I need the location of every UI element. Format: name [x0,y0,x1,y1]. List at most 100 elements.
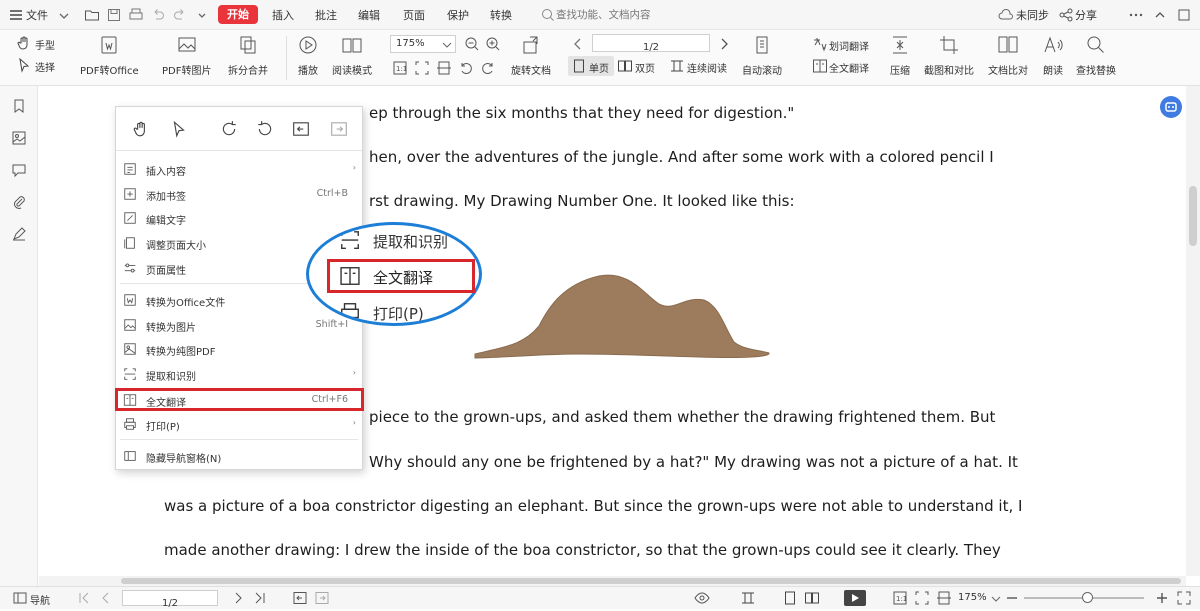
double-page-label[interactable]: 双页 [635,60,655,75]
print-icon[interactable] [128,7,144,23]
zoom-out-icon[interactable] [1004,590,1020,606]
nav-toggle[interactable]: 导航 [30,592,50,607]
thumbnail-icon[interactable] [11,130,27,146]
redo-icon[interactable] [172,7,188,23]
menu-item-print[interactable]: 打印(P) › [116,413,362,437]
word-translate-icon[interactable] [812,36,828,52]
screenshot-compare-button[interactable]: 截图和对比 [924,34,974,77]
prev-page-icon[interactable] [570,36,586,52]
cursor-icon[interactable] [170,120,188,138]
next-page-icon[interactable] [230,590,246,606]
compress-button[interactable]: 压缩 [889,34,911,77]
menu-item-hide-nav-pane[interactable]: 隐藏导航窗格(N) [116,445,362,469]
eye-icon[interactable] [694,590,710,606]
save-icon[interactable] [106,7,122,23]
read-mode-button[interactable]: 阅读模式 [332,34,372,77]
zoom-slider-handle[interactable] [1082,592,1093,603]
continuous-read-icon[interactable] [669,58,685,74]
menu-item-insert-content[interactable]: 插入内容 › [116,158,362,182]
zoom-in-icon[interactable] [1154,590,1170,606]
fit-width-icon[interactable] [436,60,452,76]
tab-protect[interactable]: 保护 [447,7,469,23]
word-translate-label[interactable]: 划词翻译 [829,38,869,53]
play-icon[interactable] [844,590,866,606]
share-button[interactable]: 分享 [1075,7,1097,23]
more-icon[interactable] [194,8,210,24]
pdf-to-image-button[interactable]: PDF转图片 [162,34,211,77]
actual-size-icon[interactable]: 1:1 [892,590,908,606]
scroll-thumb[interactable] [1189,186,1197,246]
chevron-down-icon[interactable] [56,8,72,24]
cursor-icon[interactable] [16,57,32,73]
nav-pane-icon[interactable] [12,590,28,606]
vertical-scrollbar[interactable] [1186,86,1200,576]
back-icon[interactable] [292,590,308,606]
first-page-icon[interactable] [76,590,92,606]
zoom-in-icon[interactable] [485,36,501,52]
double-page-icon[interactable] [804,590,820,606]
signature-icon[interactable] [11,226,27,242]
read-aloud-button[interactable]: 朗读 [1042,34,1064,77]
tab-edit[interactable]: 编辑 [358,7,380,23]
tab-annotate[interactable]: 批注 [315,7,337,23]
comment-icon[interactable] [11,162,27,178]
double-page-icon[interactable] [617,58,633,74]
find-replace-button[interactable]: 查找替换 [1076,34,1116,77]
actual-size-icon[interactable]: 1:1 [392,60,408,76]
fit-width-icon[interactable] [936,590,952,606]
bookmark-icon[interactable] [11,98,27,114]
select-tool[interactable]: 选择 [35,59,55,74]
last-page-icon[interactable] [252,590,268,606]
tab-start[interactable]: 开始 [218,5,258,24]
rotate-right-icon[interactable] [480,60,496,76]
sync-status[interactable]: 未同步 [1016,7,1049,23]
menu-item-convert-image[interactable]: 转换为图片 Shift+I [116,314,362,338]
menu-item-edit-text[interactable]: 编辑文字 [116,207,362,231]
menu-item-add-bookmark[interactable]: 添加书签 Ctrl+B [116,183,362,207]
forward-icon[interactable] [330,120,348,138]
horizontal-scrollbar[interactable] [39,576,1186,586]
pdf-to-office-button[interactable]: PDF转Office [80,34,139,77]
menu-item-convert-image-pdf[interactable]: 转换为纯图PDF [116,338,362,362]
fullscreen-icon[interactable] [1176,590,1192,606]
prev-page-icon[interactable] [98,590,114,606]
share-icon[interactable] [1058,7,1074,23]
zoom-value[interactable]: 175% [958,592,987,603]
continuous-read-icon[interactable] [740,590,756,606]
back-icon[interactable] [292,120,310,138]
doc-compare-button[interactable]: 文档比对 [988,34,1028,77]
more-dots-icon[interactable] [1128,7,1144,23]
folder-icon[interactable] [84,7,100,23]
hand-icon[interactable] [16,35,32,51]
scroll-thumb[interactable] [121,578,1181,584]
fit-page-icon[interactable] [414,60,430,76]
zoom-out-icon[interactable] [464,36,480,52]
attachment-icon[interactable] [11,194,27,210]
file-menu[interactable]: 文件 [26,7,48,23]
page-input[interactable]: 1/2 [592,34,710,53]
hamburger-icon[interactable] [8,7,24,23]
next-page-icon[interactable] [716,36,732,52]
zoom-select[interactable]: 175% [390,35,456,53]
split-merge-button[interactable]: 拆分合并 [228,34,268,77]
tab-convert[interactable]: 转换 [490,7,512,23]
full-translate-icon[interactable] [812,58,828,74]
rotate-left-icon[interactable] [458,60,474,76]
collapse-icon[interactable] [1152,7,1168,23]
assistant-icon[interactable] [1160,96,1182,118]
tab-page[interactable]: 页面 [403,7,425,23]
full-translate-label[interactable]: 全文翻译 [829,60,869,75]
auto-scroll-button[interactable]: 自动滚动 [742,34,782,77]
hand-icon[interactable] [132,120,150,138]
rotate-left-icon[interactable] [256,120,274,138]
undo-icon[interactable] [150,7,166,23]
window-icon[interactable] [1176,7,1192,23]
rotate-right-icon[interactable] [220,120,238,138]
fit-page-icon[interactable] [914,590,930,606]
search-input[interactable]: 查找功能、文档内容 [540,5,680,24]
chevron-down-icon[interactable] [988,591,1001,603]
cloud-sync-icon[interactable] [998,7,1014,23]
forward-icon[interactable] [314,590,330,606]
menu-item-extract-recognize[interactable]: 提取和识别 › [116,363,362,387]
play-button[interactable]: 播放 [297,34,319,77]
